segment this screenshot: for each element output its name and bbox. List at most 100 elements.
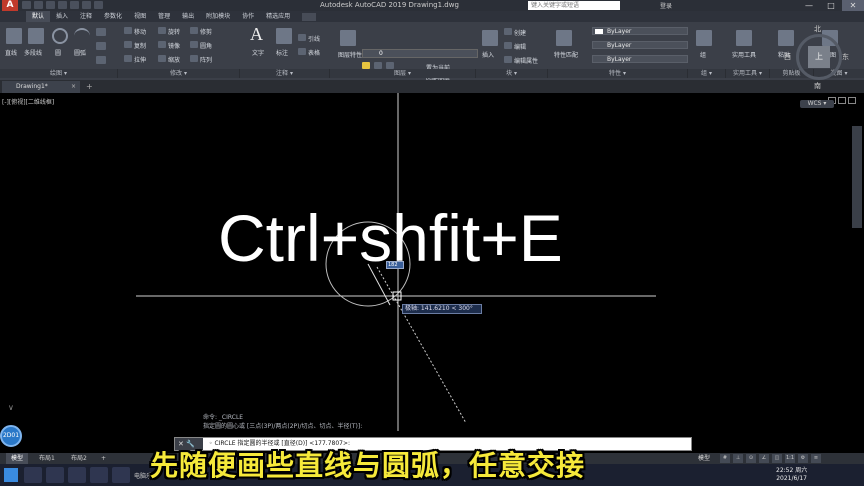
circle-icon[interactable] bbox=[52, 28, 68, 44]
hatch-icon[interactable] bbox=[96, 42, 106, 50]
drawing-canvas[interactable]: [-][俯视][二维线框] Ctrl+shfit+E 182 极轴: 141.6… bbox=[0, 93, 864, 453]
linetype-dropdown[interactable]: ByLayer bbox=[592, 41, 688, 49]
tab-insert[interactable]: 插入 bbox=[50, 11, 74, 22]
rotate-button[interactable]: 旋转 bbox=[168, 27, 180, 36]
viewcube-top-face[interactable]: 上 bbox=[808, 46, 830, 68]
viewcube[interactable]: 上 北 南 西 东 bbox=[784, 24, 850, 90]
windows-start-icon[interactable] bbox=[4, 468, 18, 482]
ucs-icon[interactable]: 2D01 bbox=[0, 425, 22, 447]
match-properties-icon[interactable] bbox=[556, 30, 572, 46]
save-as-icon[interactable] bbox=[58, 1, 67, 9]
annotation-scale-button[interactable]: 1:1 bbox=[785, 454, 795, 463]
edge-browser-icon[interactable] bbox=[90, 467, 108, 483]
scale-button[interactable]: 缩放 bbox=[168, 55, 180, 64]
table-button[interactable]: 表格 bbox=[308, 48, 320, 57]
move-button[interactable]: 移动 bbox=[134, 27, 146, 36]
panel-modify[interactable]: 修改 ▾ bbox=[118, 69, 240, 78]
app-taskbar-icon[interactable] bbox=[112, 467, 130, 483]
polyline-icon[interactable] bbox=[28, 28, 44, 44]
table-icon[interactable] bbox=[298, 48, 306, 55]
panel-layers[interactable]: 图层 ▾ bbox=[330, 69, 476, 78]
text-icon[interactable]: A bbox=[250, 24, 263, 45]
redo-icon[interactable] bbox=[94, 1, 103, 9]
text-button[interactable]: 文字 bbox=[252, 48, 264, 57]
layout-tab-layout1[interactable]: 布局1 bbox=[34, 453, 60, 464]
annotation-visibility-icon[interactable]: ◫ bbox=[772, 454, 782, 463]
model-space-button[interactable]: 模型 bbox=[698, 454, 718, 463]
minimize-button[interactable]: — bbox=[798, 0, 820, 11]
grid-toggle-icon[interactable]: # bbox=[720, 454, 730, 463]
arc-button[interactable]: 圆弧 bbox=[74, 48, 86, 57]
ribbon-toggle-icon[interactable] bbox=[302, 12, 317, 21]
leader-button[interactable]: 引线 bbox=[308, 34, 320, 43]
line-icon[interactable] bbox=[6, 28, 22, 44]
autocad-logo-icon[interactable]: A bbox=[2, 0, 18, 11]
close-tab-icon[interactable]: × bbox=[71, 81, 76, 93]
file-tab-drawing1[interactable]: Drawing1* × bbox=[2, 81, 80, 93]
insert-button[interactable]: 插入 bbox=[482, 50, 494, 59]
trim-button[interactable]: 修剪 bbox=[200, 27, 212, 36]
undo-icon[interactable] bbox=[82, 1, 91, 9]
panel-group[interactable]: 组 ▾ bbox=[688, 69, 726, 78]
move-icon[interactable] bbox=[124, 27, 132, 34]
compass-north[interactable]: 北 bbox=[814, 24, 821, 34]
layer-properties-icon[interactable] bbox=[340, 30, 356, 46]
navigation-bar[interactable] bbox=[852, 126, 862, 228]
mirror-icon[interactable] bbox=[158, 41, 166, 48]
dimension-icon[interactable] bbox=[276, 28, 292, 44]
login-button[interactable]: 登录 bbox=[660, 1, 672, 10]
task-view-icon[interactable] bbox=[24, 467, 42, 483]
rotate-icon[interactable] bbox=[158, 27, 166, 34]
maximize-button[interactable]: □ bbox=[820, 0, 842, 11]
edit-attribute-icon[interactable] bbox=[504, 56, 512, 63]
tab-view[interactable]: 视图 bbox=[128, 11, 152, 22]
panel-block[interactable]: 块 ▾ bbox=[476, 69, 548, 78]
stretch-button[interactable]: 拉伸 bbox=[134, 55, 146, 64]
edit-block-icon[interactable] bbox=[504, 42, 512, 49]
layout-tab-model[interactable]: 模型 bbox=[6, 453, 29, 464]
polar-toggle-icon[interactable]: ⊙ bbox=[746, 454, 756, 463]
rectangle-icon[interactable] bbox=[96, 28, 106, 36]
tab-addins[interactable]: 附加模块 bbox=[200, 11, 236, 22]
layer-freeze-icon[interactable] bbox=[374, 62, 382, 69]
tab-featured-apps[interactable]: 精选应用 bbox=[260, 11, 296, 22]
scale-icon[interactable] bbox=[158, 55, 166, 62]
array-button[interactable]: 阵列 bbox=[200, 55, 212, 64]
tab-collaborate[interactable]: 协作 bbox=[236, 11, 260, 22]
wcs-menu-button[interactable]: WCS ▾ bbox=[800, 100, 834, 108]
lineweight-dropdown[interactable]: ByLayer bbox=[592, 55, 688, 63]
arc-icon[interactable] bbox=[74, 28, 90, 44]
line-button[interactable]: 直线 bbox=[5, 48, 17, 57]
fillet-button[interactable]: 圆角 bbox=[200, 41, 212, 50]
insert-icon[interactable] bbox=[482, 30, 498, 46]
stretch-icon[interactable] bbox=[124, 55, 132, 62]
copy-button[interactable]: 复制 bbox=[134, 41, 146, 50]
polyline-button[interactable]: 多段线 bbox=[24, 48, 42, 57]
array-icon[interactable] bbox=[190, 55, 198, 62]
layer-lock-icon[interactable] bbox=[386, 62, 394, 69]
compass-east[interactable]: 东 bbox=[842, 52, 849, 62]
open-file-icon[interactable] bbox=[34, 1, 43, 9]
search-input[interactable]: 键入关键字或短语 bbox=[528, 1, 620, 10]
tab-manage[interactable]: 管理 bbox=[152, 11, 176, 22]
panel-utilities[interactable]: 实用工具 ▾ bbox=[726, 69, 770, 78]
workspace-gear-icon[interactable]: ⚙ bbox=[798, 454, 808, 463]
customization-menu-icon[interactable]: ≡ bbox=[811, 454, 821, 463]
file-explorer-icon[interactable] bbox=[46, 467, 64, 483]
new-file-icon[interactable] bbox=[22, 1, 31, 9]
circle-button[interactable]: 圆 bbox=[55, 48, 61, 57]
tab-parametric[interactable]: 参数化 bbox=[98, 11, 128, 22]
copy-icon[interactable] bbox=[124, 41, 132, 48]
close-button[interactable]: ✕ bbox=[842, 0, 864, 11]
dimension-button[interactable]: 标注 bbox=[276, 48, 288, 57]
measure-icon[interactable] bbox=[736, 30, 752, 46]
layer-on-icon[interactable] bbox=[362, 62, 370, 69]
fillet-icon[interactable] bbox=[190, 41, 198, 48]
osnap-toggle-icon[interactable]: ∠ bbox=[759, 454, 769, 463]
leader-icon[interactable] bbox=[298, 34, 306, 41]
create-block-button[interactable]: 创建 bbox=[514, 28, 526, 37]
color-dropdown[interactable]: ByLayer bbox=[592, 27, 688, 35]
new-tab-button[interactable]: + bbox=[86, 82, 96, 91]
group-icon[interactable] bbox=[696, 30, 712, 46]
tab-annotate[interactable]: 注释 bbox=[74, 11, 98, 22]
